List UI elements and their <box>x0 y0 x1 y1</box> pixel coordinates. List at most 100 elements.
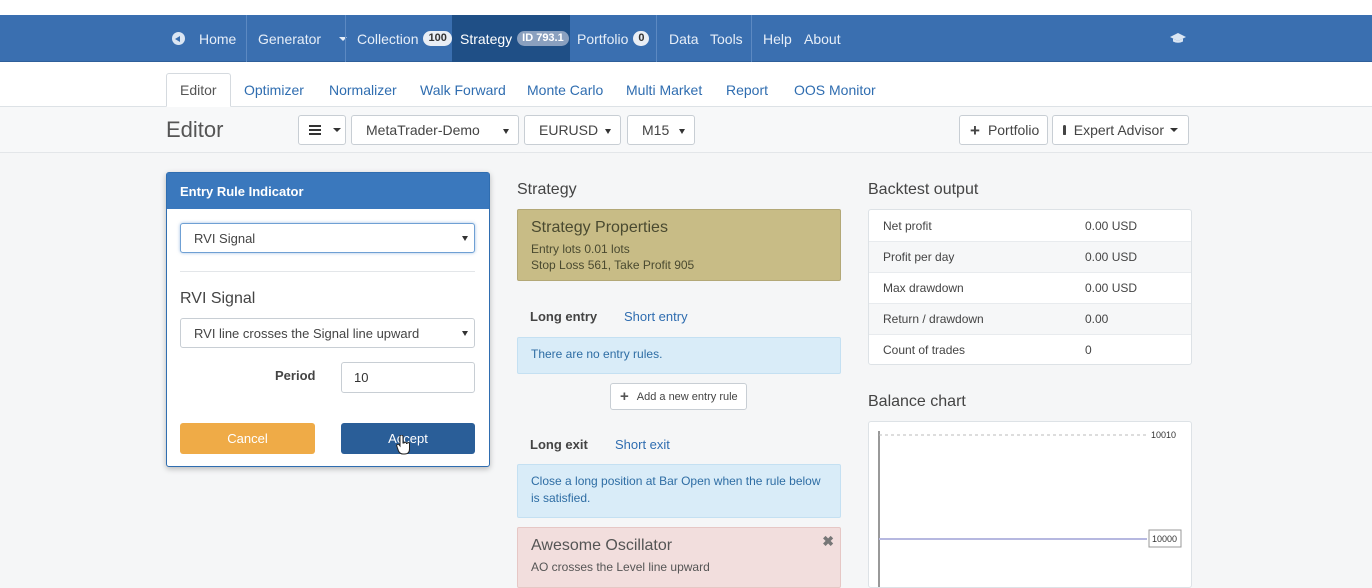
expert-advisor-button[interactable]: Expert Advisor <box>1052 115 1189 145</box>
nav-separator <box>751 15 752 62</box>
nav-collection-label: Collection <box>357 30 419 47</box>
strategy-heading: Strategy <box>517 181 577 198</box>
hand-cursor-icon <box>396 435 410 455</box>
tab-long-entry[interactable]: Long entry <box>530 309 597 324</box>
tab-report[interactable]: Report <box>713 73 781 107</box>
rule-description: AO crosses the Level line upward <box>531 560 710 574</box>
period-label: Period <box>275 368 316 383</box>
home-icon <box>172 32 185 45</box>
graduation-cap-icon[interactable] <box>1170 32 1186 44</box>
period-select-value: M15 <box>642 122 670 138</box>
tab-optimizer[interactable]: Optimizer <box>231 73 317 107</box>
indicator-select-value: RVI Signal <box>194 230 256 246</box>
dialog-title: Entry Rule Indicator <box>167 173 489 209</box>
tab-oos-monitor[interactable]: OOS Monitor <box>781 73 889 107</box>
collection-count-badge: 100 <box>423 31 452 46</box>
balance-chart: 10010 10000 <box>868 421 1192 588</box>
period-select[interactable]: M15 <box>627 115 695 145</box>
nav-generator-label: Generator <box>258 30 322 47</box>
chevron-down-icon <box>503 129 509 134</box>
portfolio-button-label: Portfolio <box>987 122 1040 138</box>
nav-portfolio-label: Portfolio <box>577 30 629 47</box>
portfolio-count-badge: 0 <box>633 31 650 46</box>
sub-navigation: Editor Optimizer Normalizer Walk Forward… <box>0 62 1372 107</box>
strategy-id-badge: ID 793.1 <box>517 31 569 46</box>
editor-toolbar: Editor MetaTrader-Demo EURUSD M15 + Port… <box>0 107 1372 153</box>
nav-home-label: Home <box>199 30 237 47</box>
properties-title: Strategy Properties <box>531 219 668 236</box>
tab-multi-market[interactable]: Multi Market <box>613 73 715 107</box>
nav-tools[interactable]: Tools <box>710 15 743 62</box>
tab-monte-carlo[interactable]: Monte Carlo <box>514 73 616 107</box>
y-max-label: 10010 <box>1151 430 1176 440</box>
balance-chart-heading: Balance chart <box>868 393 966 410</box>
nav-generator[interactable]: Generator <box>258 15 348 62</box>
add-to-portfolio-button[interactable]: + Portfolio <box>959 115 1048 145</box>
rule-title: Awesome Oscillator <box>531 537 673 554</box>
tab-walk-forward[interactable]: Walk Forward <box>407 73 519 107</box>
chevron-down-icon <box>462 236 468 241</box>
tab-short-entry[interactable]: Short entry <box>624 309 688 324</box>
logic-select[interactable]: RVI line crosses the Signal line upward <box>180 318 475 348</box>
tab-normalizer[interactable]: Normalizer <box>316 73 410 107</box>
exit-rule-card[interactable]: Awesome Oscillator AO crosses the Level … <box>517 527 841 588</box>
tab-short-exit[interactable]: Short exit <box>615 437 670 452</box>
table-row: Return / drawdown 0.00 <box>869 303 1191 334</box>
close-icon[interactable]: ✖ <box>822 533 834 550</box>
table-row: Max drawdown 0.00 USD <box>869 272 1191 303</box>
stat-label: Count of trades <box>883 343 966 357</box>
table-row: Net profit 0.00 USD <box>869 210 1191 241</box>
cloud-download-icon <box>1063 125 1066 135</box>
nav-separator <box>345 15 346 62</box>
stat-label: Net profit <box>883 218 932 233</box>
plus-icon: + <box>970 120 980 140</box>
strategy-properties-card[interactable]: Strategy Properties Entry lots 0.01 lots… <box>517 209 841 281</box>
main-navbar: Home Generator Collection 100 Strategy I… <box>0 15 1372 62</box>
symbol-select[interactable]: EURUSD <box>524 115 621 145</box>
indicator-select[interactable]: RVI Signal <box>180 223 475 253</box>
divider <box>180 271 475 272</box>
stat-label: Return / drawdown <box>883 312 984 326</box>
cancel-button[interactable]: Cancel <box>180 423 315 454</box>
tab-editor[interactable]: Editor <box>166 73 231 107</box>
no-entry-rules-message: There are no entry rules. <box>517 337 841 374</box>
nav-separator <box>246 15 247 62</box>
sl-tp-text: Stop Loss 561, Take Profit 905 <box>531 258 695 272</box>
nav-separator <box>656 15 657 62</box>
nav-home[interactable]: Home <box>172 15 236 62</box>
add-entry-rule-button[interactable]: + Add a new entry rule <box>610 383 747 410</box>
expert-advisor-label: Expert Advisor <box>1073 122 1164 138</box>
chevron-down-icon <box>605 129 611 134</box>
symbol-select-value: EURUSD <box>539 122 599 138</box>
menu-button[interactable] <box>298 115 346 145</box>
current-value-label: 10000 <box>1152 534 1177 544</box>
add-entry-rule-label: Add a new entry rule <box>636 390 738 403</box>
plus-icon: + <box>620 388 629 405</box>
chevron-down-icon <box>679 129 685 134</box>
top-strip <box>0 0 1372 15</box>
nav-portfolio[interactable]: Portfolio 0 <box>577 15 650 62</box>
stat-value: 0.00 <box>1085 312 1109 326</box>
logic-select-value: RVI line crosses the Signal line upward <box>194 325 420 341</box>
stat-value: 0.00 USD <box>1085 218 1138 233</box>
nav-strategy[interactable]: Strategy ID 793.1 <box>452 15 570 62</box>
entry-rule-dialog: Entry Rule Indicator RVI Signal RVI Sign… <box>166 172 490 467</box>
stat-value: 0.00 USD <box>1085 250 1138 264</box>
server-select[interactable]: MetaTrader-Demo <box>351 115 519 145</box>
nav-data[interactable]: Data <box>669 15 699 62</box>
chevron-down-icon <box>462 331 468 336</box>
stat-label: Max drawdown <box>883 281 964 295</box>
backtest-stats-table: Net profit 0.00 USD Profit per day 0.00 … <box>868 209 1192 365</box>
tab-long-exit[interactable]: Long exit <box>530 437 588 452</box>
table-row: Count of trades 0 <box>869 334 1191 365</box>
chevron-down-icon <box>333 128 341 132</box>
nav-help[interactable]: Help <box>763 15 792 62</box>
nav-about[interactable]: About <box>804 15 841 62</box>
stat-value: 0.00 USD <box>1085 281 1138 295</box>
stat-value: 0 <box>1085 343 1092 357</box>
hamburger-icon <box>309 125 321 135</box>
exit-info-message: Close a long position at Bar Open when t… <box>517 464 841 518</box>
nav-collection[interactable]: Collection 100 <box>357 15 452 62</box>
period-input[interactable]: 10 <box>341 362 475 393</box>
server-select-value: MetaTrader-Demo <box>366 122 480 138</box>
